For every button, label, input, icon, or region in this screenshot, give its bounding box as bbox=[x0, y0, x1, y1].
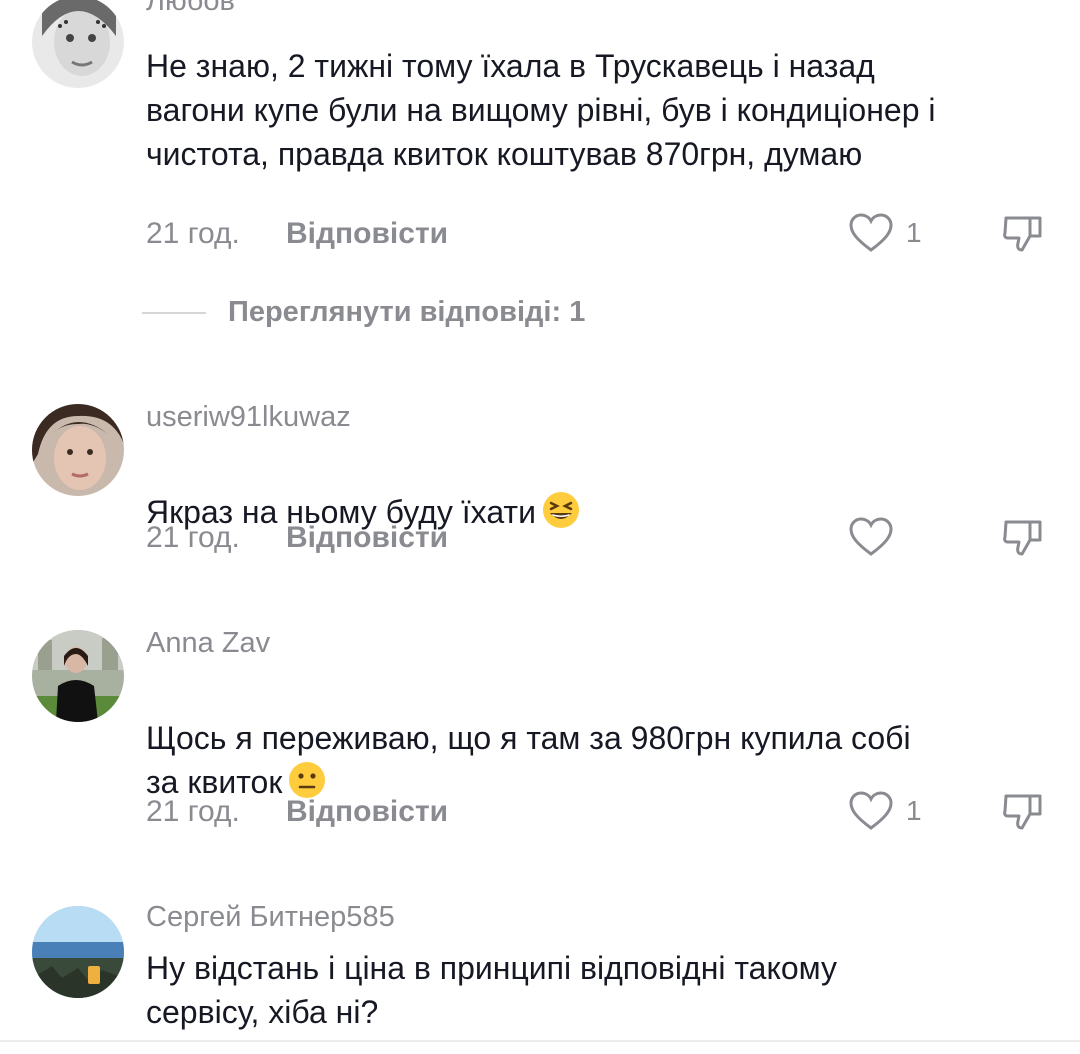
comment-text: Не знаю, 2 тижні тому їхала в Трускавець… bbox=[146, 48, 936, 172]
view-replies-button[interactable]: Переглянути відповіді: 1 bbox=[142, 296, 585, 329]
heart-outline-icon bbox=[848, 212, 894, 254]
comment-text: Щось я переживаю, що я там за 980грн куп… bbox=[146, 672, 1046, 804]
reply-button[interactable]: Відповісти bbox=[286, 794, 448, 830]
dislike-button[interactable] bbox=[1000, 788, 1046, 834]
avatar-comment-3[interactable] bbox=[32, 630, 124, 722]
comment-text-content: Щось я переживаю, що я там за 980грн куп… bbox=[146, 720, 911, 800]
bottom-divider bbox=[0, 1040, 1080, 1042]
username[interactable]: Сергей Битнер585 bbox=[146, 900, 395, 934]
heart-outline-icon bbox=[848, 790, 894, 832]
heart-outline-icon bbox=[848, 516, 894, 558]
comment-text: Якраз на ньому буду їхати bbox=[146, 446, 1046, 534]
dislike-button[interactable] bbox=[1000, 210, 1046, 256]
avatar-comment-4[interactable] bbox=[32, 906, 124, 998]
dislike-thumb-icon bbox=[1000, 788, 1046, 834]
username[interactable]: Любов bbox=[146, 0, 235, 18]
avatar-comment-2[interactable] bbox=[32, 404, 124, 496]
username[interactable]: Anna Zav bbox=[146, 626, 270, 660]
comment-time: 21 год. bbox=[146, 521, 240, 554]
dislike-button[interactable] bbox=[1000, 514, 1046, 560]
comment-time: 21 год. bbox=[146, 795, 240, 828]
dislike-thumb-icon bbox=[1000, 210, 1046, 256]
like-button[interactable]: 1 bbox=[848, 790, 922, 832]
reply-button[interactable]: Відповісти bbox=[286, 216, 448, 252]
comment-time: 21 год. bbox=[146, 217, 240, 250]
like-count: 1 bbox=[906, 795, 922, 826]
view-replies-label: Переглянути відповіді: 1 bbox=[228, 296, 586, 328]
like-button[interactable]: 1 bbox=[848, 212, 922, 254]
replies-divider bbox=[142, 311, 206, 314]
comment-text: Ну відстань і ціна в принципі відповідні… bbox=[146, 950, 837, 1030]
avatar-comment-1[interactable] bbox=[32, 0, 124, 88]
grinning-squinting-face-icon bbox=[542, 491, 580, 529]
dislike-thumb-icon bbox=[1000, 514, 1046, 560]
reply-button[interactable]: Відповісти bbox=[286, 520, 448, 556]
like-count: 1 bbox=[906, 217, 922, 248]
username[interactable]: useriw91lkuwaz bbox=[146, 400, 351, 434]
like-button[interactable] bbox=[848, 516, 906, 558]
